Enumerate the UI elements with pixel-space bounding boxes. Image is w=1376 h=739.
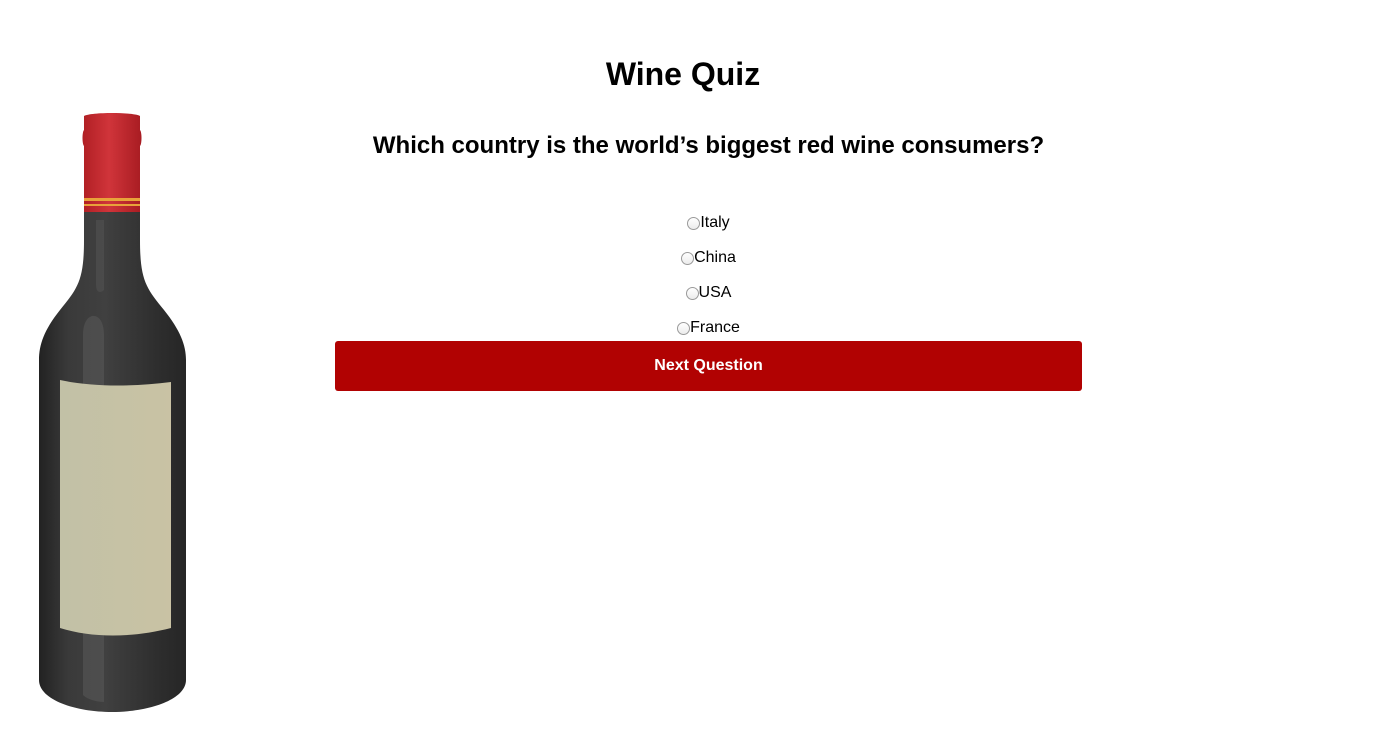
question-text: Which country is the world’s biggest red… [372,132,1045,159]
option-label: Italy [700,213,730,231]
radio-button[interactable] [681,251,695,265]
radio-button[interactable] [687,216,701,230]
option-italy[interactable]: Italy [335,205,1082,240]
option-label: USA [698,283,732,301]
answer-options: Italy China USA France [335,205,1082,345]
option-france[interactable]: France [335,310,1082,345]
radio-button[interactable] [677,321,691,335]
option-label: France [690,318,740,336]
option-label: China [694,248,736,266]
next-question-button[interactable]: Next Question [335,341,1082,391]
quiz-page: Wine Quiz Which country is the world’s b… [0,0,1376,739]
page-title: Wine Quiz [605,56,761,92]
radio-button[interactable] [685,286,699,300]
option-usa[interactable]: USA [335,275,1082,310]
option-china[interactable]: China [335,240,1082,275]
wine-bottle-icon [39,113,186,712]
